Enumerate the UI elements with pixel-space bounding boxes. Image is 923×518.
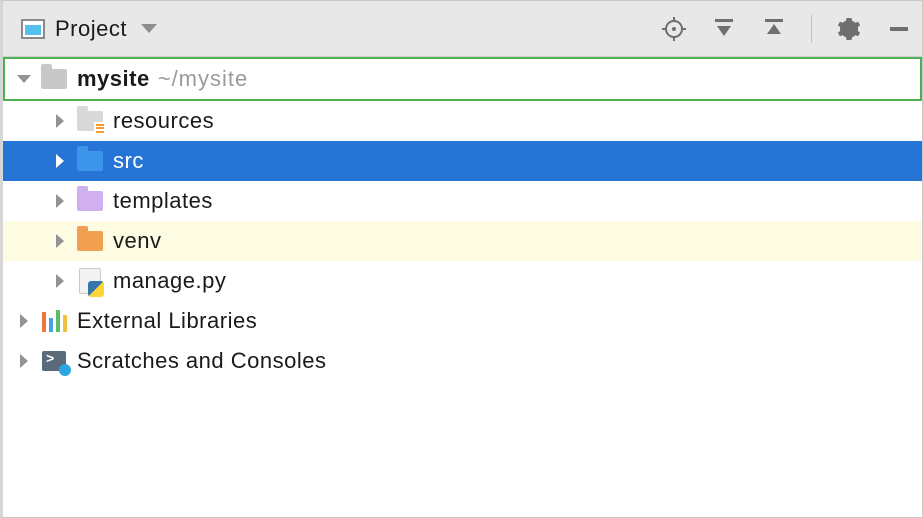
node-label: mysite [77, 66, 150, 92]
node-path: ~/mysite [158, 66, 249, 92]
node-label: resources [113, 108, 214, 134]
tree-node-manage-py[interactable]: manage.py [3, 261, 922, 301]
node-label: venv [113, 228, 161, 254]
project-tool-window: Project [0, 0, 923, 518]
chevron-collapsed-icon[interactable] [51, 114, 69, 128]
chevron-collapsed-icon[interactable] [51, 194, 69, 208]
settings-button[interactable] [836, 16, 862, 42]
node-label: Scratches and Consoles [77, 348, 326, 374]
chevron-collapsed-icon[interactable] [15, 314, 33, 328]
tree-node-resources[interactable]: resources [3, 101, 922, 141]
python-file-icon [75, 268, 105, 294]
chevron-collapsed-icon[interactable] [51, 274, 69, 288]
chevron-collapsed-icon[interactable] [51, 154, 69, 168]
chevron-down-icon [141, 24, 157, 33]
tree-node-venv[interactable]: venv [3, 221, 922, 261]
node-label: templates [113, 188, 213, 214]
locate-button[interactable] [661, 16, 687, 42]
excluded-folder-icon [75, 231, 105, 251]
expand-all-button[interactable] [711, 16, 737, 42]
tree-node-root[interactable]: mysite ~/mysite [3, 57, 922, 101]
folder-icon [39, 69, 69, 89]
external-libraries-icon [39, 310, 69, 332]
node-label: manage.py [113, 268, 226, 294]
source-folder-icon [75, 151, 105, 171]
templates-folder-icon [75, 191, 105, 211]
tree-node-scratches[interactable]: Scratches and Consoles [3, 341, 922, 381]
chevron-collapsed-icon[interactable] [15, 354, 33, 368]
tree-node-external-libraries[interactable]: External Libraries [3, 301, 922, 341]
project-view-selector[interactable]: Project [21, 16, 157, 42]
tree-node-src[interactable]: src [3, 141, 922, 181]
resources-folder-icon [75, 111, 105, 131]
collapse-all-button[interactable] [761, 16, 787, 42]
scratches-icon [39, 351, 69, 371]
node-label: External Libraries [77, 308, 257, 334]
header-actions [661, 15, 912, 43]
chevron-collapsed-icon[interactable] [51, 234, 69, 248]
tree-node-templates[interactable]: templates [3, 181, 922, 221]
hide-button[interactable] [886, 16, 912, 42]
chevron-expanded-icon[interactable] [15, 75, 33, 83]
project-tree[interactable]: mysite ~/mysite resources src templates … [3, 57, 922, 517]
node-label: src [113, 148, 144, 174]
project-title: Project [55, 16, 127, 42]
divider [811, 15, 812, 43]
project-icon [21, 19, 45, 39]
project-header: Project [3, 1, 922, 57]
